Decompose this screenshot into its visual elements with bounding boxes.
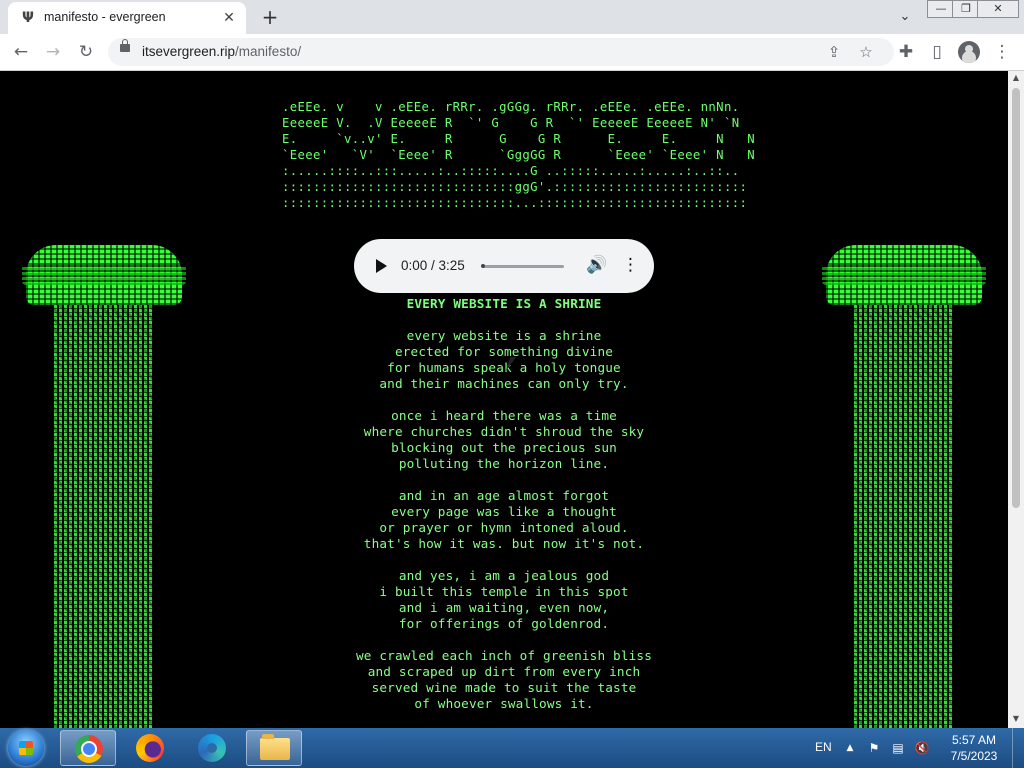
back-icon[interactable]: ←: [10, 41, 32, 63]
close-icon[interactable]: ✕: [220, 9, 238, 27]
show-hidden-icons-icon[interactable]: ▲: [842, 740, 858, 756]
window-close-button[interactable]: ✕: [977, 0, 1019, 18]
extensions-icon[interactable]: ✚: [895, 41, 917, 63]
language-indicator[interactable]: EN: [815, 740, 832, 754]
address-bar[interactable]: itsevergreen.rip/manifesto/ ⇪ ☆: [108, 38, 894, 66]
poem-line: served wine made to suit the taste: [371, 680, 637, 695]
poem-line: for humans speak a holy tongue: [387, 360, 621, 375]
tab-strip: Ψ manifesto - evergreen ✕ + ⌄ — ❐ ✕: [0, 0, 1024, 34]
audio-time: 0:00 / 3:25: [401, 258, 465, 273]
page-scrollbar[interactable]: ▲ ▼: [1008, 71, 1024, 728]
left-pillar-shaft: [52, 305, 152, 728]
scrollbar-thumb[interactable]: [1012, 88, 1020, 508]
clock-time: 5:57 AM: [951, 733, 997, 747]
side-panel-icon[interactable]: ▯: [926, 41, 948, 63]
poem-line: polluting the horizon line.: [398, 456, 610, 471]
play-icon[interactable]: [376, 259, 387, 273]
firefox-icon: [136, 734, 164, 762]
poem-line: and scraped up dirt from every inch: [367, 664, 641, 679]
volume-muted-icon[interactable]: 🔇: [914, 740, 930, 756]
url-host: itsevergreen.rip: [142, 44, 236, 59]
poem-line: of whoever swallows it.: [414, 696, 594, 711]
tab-title: manifesto - evergreen: [44, 10, 166, 24]
taskbar-file-explorer[interactable]: [246, 730, 302, 766]
folder-icon: [260, 734, 290, 760]
page-viewport: .eEEe. v v .eEEe. rRRr. .gGGg. rRRr. .eE…: [0, 71, 1008, 728]
poem-line: blocking out the precious sun: [391, 440, 617, 455]
taskbar-edge[interactable]: [184, 730, 240, 766]
network-icon[interactable]: ▤: [890, 740, 906, 756]
poem-line: that's how it was. but now it's not.: [363, 536, 645, 551]
poem-stanza: once i heard there was a time where churc…: [304, 408, 704, 472]
right-pillar: [822, 245, 986, 728]
taskbar-chrome[interactable]: [60, 730, 116, 766]
poem-line: every website is a shrine: [406, 328, 602, 343]
taskbar-firefox[interactable]: [122, 730, 178, 766]
poem-line: erected for something divine: [394, 344, 614, 359]
audio-progress-handle[interactable]: [481, 264, 485, 268]
poem-line: i built this temple in this spot: [379, 584, 629, 599]
windows-logo-icon: [19, 741, 33, 755]
chrome-menu-icon[interactable]: ⋮: [991, 41, 1013, 63]
tab-search-icon[interactable]: ⌄: [895, 7, 915, 27]
right-pillar-shaft: [852, 305, 952, 728]
minimize-button[interactable]: —: [927, 0, 955, 18]
poem-line: every page was like a thought: [391, 504, 617, 519]
chrome-icon: [75, 735, 103, 763]
tab-manifesto[interactable]: Ψ manifesto - evergreen ✕: [8, 2, 246, 34]
browser-toolbar: ← → ↻ itsevergreen.rip/manifesto/ ⇪ ☆ ✚ …: [0, 34, 1024, 71]
system-clock[interactable]: 5:57 AM 7/5/2023: [944, 732, 1004, 764]
poem-line: and yes, i am a jealous god: [398, 568, 610, 583]
poem-line: or prayer or hymn intoned aloud.: [379, 520, 629, 535]
poem-line: where churches didn't shroud the sky: [363, 424, 645, 439]
poem-stanza: and yes, i am a jealous god i built this …: [304, 568, 704, 632]
restore-button[interactable]: ❐: [952, 0, 980, 18]
audio-player[interactable]: 0:00 / 3:25 🔊 ⋮: [354, 239, 654, 293]
manifesto-poem: EVERY WEBSITE IS A SHRINE every website …: [304, 296, 704, 728]
evergreen-ascii-logo: .eEEe. v v .eEEe. rRRr. .gGGg. rRRr. .eE…: [282, 100, 755, 210]
new-tab-button[interactable]: +: [258, 5, 282, 29]
scroll-up-arrow-icon[interactable]: ▲: [1011, 73, 1021, 82]
edge-icon: [198, 734, 226, 762]
poem-line: and in an age almost forgot: [398, 488, 610, 503]
right-pillar-capital: [822, 245, 986, 305]
poem-title: EVERY WEBSITE IS A SHRINE: [406, 296, 602, 311]
lock-icon[interactable]: [120, 39, 130, 52]
poem-line: for offerings of goldenrod.: [398, 616, 610, 631]
more-options-icon[interactable]: ⋮: [622, 254, 639, 276]
scroll-down-arrow-icon[interactable]: ▼: [1011, 714, 1021, 723]
left-pillar: [22, 245, 186, 728]
url-text[interactable]: itsevergreen.rip/manifesto/: [142, 44, 301, 59]
left-pillar-capital: [22, 245, 186, 305]
poem-line: and their machines can only try.: [379, 376, 629, 391]
windows-taskbar: EN ▲ ⚑ ▤ 🔇 5:57 AM 7/5/2023: [0, 728, 1024, 768]
poem-line: and i am waiting, even now,: [398, 600, 610, 615]
audio-progress-bar[interactable]: [482, 265, 564, 268]
volume-icon[interactable]: 🔊: [586, 254, 607, 276]
poem-stanzas: every website is a shrine erected for som…: [304, 328, 704, 712]
start-button[interactable]: [8, 730, 44, 766]
show-desktop-button[interactable]: [1012, 728, 1024, 768]
poem-stanza: we crawled each inch of greenish bliss an…: [304, 648, 704, 712]
bookmark-star-icon[interactable]: ☆: [855, 41, 877, 63]
evergreen-favicon-icon: Ψ: [22, 10, 34, 26]
poem-line: we crawled each inch of greenish bliss: [356, 648, 652, 663]
reload-icon[interactable]: ↻: [75, 41, 97, 63]
poem-stanza: every website is a shrine erected for som…: [304, 328, 704, 392]
action-center-flag-icon[interactable]: ⚑: [866, 740, 882, 756]
clock-date: 7/5/2023: [950, 749, 998, 763]
profile-avatar[interactable]: [958, 41, 980, 63]
url-path: /manifesto/: [235, 44, 302, 59]
forward-icon[interactable]: →: [42, 41, 64, 63]
poem-stanza: and in an age almost forgot every page wa…: [304, 488, 704, 552]
poem-line: once i heard there was a time: [391, 408, 617, 423]
share-icon[interactable]: ⇪: [823, 41, 845, 63]
